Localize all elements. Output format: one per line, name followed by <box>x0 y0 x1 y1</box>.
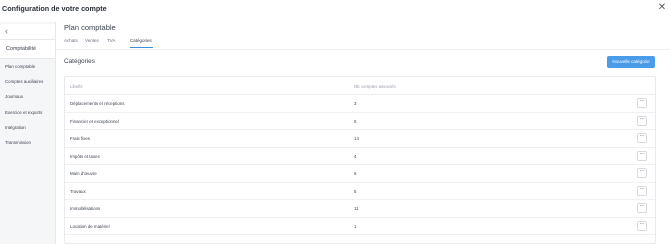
tabs-divider <box>56 49 670 50</box>
row-count: 5 <box>354 188 357 194</box>
row-label: Travaux <box>70 188 86 194</box>
table-row: Immobilisations 11 ··· <box>65 200 655 218</box>
table-row: Déplacements et réceptions 3 ··· <box>65 95 655 113</box>
sidebar-item-exercice-exports[interactable]: Exercice et exports <box>0 106 55 119</box>
sidebar-item-comptes-auxiliaires[interactable]: Comptes auxiliaires <box>0 75 55 88</box>
close-icon[interactable]: ✕ <box>657 2 667 14</box>
sidebar-item-transmission[interactable]: Transmission <box>0 136 55 149</box>
sidebar-item-integration[interactable]: Intégration <box>0 121 55 134</box>
sidebar-item-plan-comptable[interactable]: Plan comptable <box>0 60 55 73</box>
tab-categories[interactable]: Catégories <box>130 37 152 45</box>
sidebar-item-journaux[interactable]: Journaux <box>0 90 55 103</box>
table-row: Travaux 5 ··· <box>65 183 655 200</box>
sidebar: ‹ Comptabilité Plan comptable Comptes au… <box>0 22 56 244</box>
sidebar-title: Comptabilité <box>6 46 36 52</box>
column-header-count: Nb comptes associés <box>354 84 396 89</box>
more-options-icon[interactable]: ··· <box>637 220 647 231</box>
tab-tva[interactable]: TVA <box>107 37 115 45</box>
new-category-button[interactable]: Nouvelle catégorie <box>607 56 655 68</box>
row-count: 1 <box>354 223 357 229</box>
more-options-icon[interactable]: ··· <box>637 133 647 143</box>
active-tab-indicator <box>130 47 153 48</box>
row-count: 6 <box>354 171 357 176</box>
row-count: 3 <box>354 101 357 106</box>
page-title: Plan comptable <box>64 23 116 32</box>
row-count: 5 <box>354 118 357 124</box>
tab-ventes[interactable]: Ventes <box>85 37 99 45</box>
more-options-icon[interactable]: ··· <box>637 98 647 108</box>
more-options-icon[interactable]: ··· <box>637 168 647 178</box>
chevron-left-icon: ‹ <box>5 26 8 36</box>
row-count: 4 <box>354 153 357 159</box>
row-count: 14 <box>354 136 359 141</box>
row-label: Immobilisations <box>70 206 101 211</box>
row-label: Impôts et taxes <box>70 153 100 159</box>
back-button[interactable]: ‹ <box>0 24 55 40</box>
table-row: Location de matériel 1 ··· <box>65 218 655 235</box>
table-row: Main d'œuvre 6 ··· <box>65 165 655 183</box>
column-header-label: Libellé <box>70 84 83 89</box>
row-label: Location de matériel <box>70 223 110 229</box>
row-label: Main d'œuvre <box>70 171 97 176</box>
row-label: Frais fixes <box>70 136 91 141</box>
categories-table: Libellé Nb comptes associés Déplacements… <box>64 76 656 244</box>
more-options-icon[interactable]: ··· <box>637 115 647 126</box>
window-title: Configuration de votre compte <box>2 4 107 13</box>
table-row: Frais fixes 14 ··· <box>65 130 655 148</box>
table-row: Impôts et taxes 4 ··· <box>65 148 655 165</box>
more-options-icon[interactable]: ··· <box>637 203 647 213</box>
section-title: Catégories <box>64 58 95 65</box>
row-label: Déplacements et réceptions <box>70 101 125 106</box>
more-options-icon[interactable]: ··· <box>637 150 647 161</box>
table-row: Financier et exceptionnel 5 ··· <box>65 113 655 130</box>
row-label: Financier et exceptionnel <box>70 118 119 124</box>
row-count: 11 <box>354 206 359 211</box>
window-titlebar: Configuration de votre compte ✕ <box>0 0 670 18</box>
more-options-icon[interactable]: ··· <box>637 185 647 196</box>
tab-achats[interactable]: Achats <box>64 37 78 45</box>
